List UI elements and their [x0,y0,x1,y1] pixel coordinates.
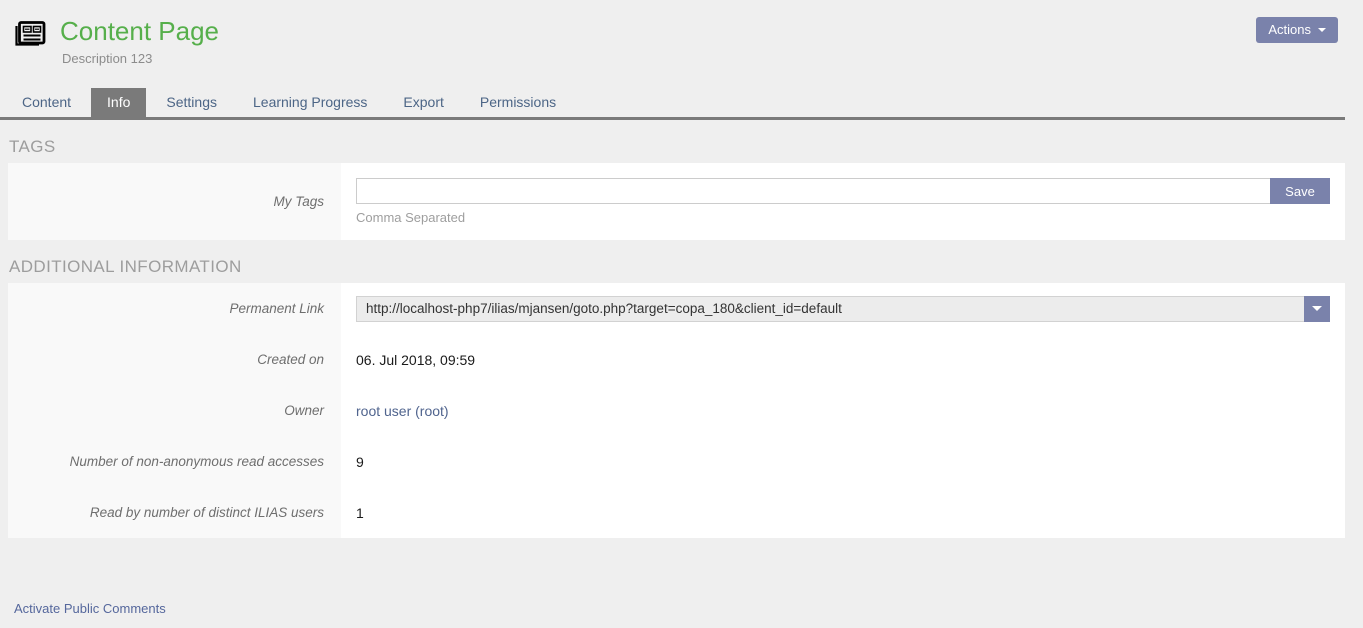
caret-down-icon [1312,306,1322,311]
distinct-users-value: 1 [356,505,364,521]
page-title: Content Page [60,16,1363,46]
my-tags-row: My Tags Save Comma Separated [8,163,1345,240]
my-tags-hint: Comma Separated [356,210,1330,225]
read-accesses-label: Number of non-anonymous read accesses [8,436,341,487]
permalink-row: Permanent Link [8,283,1345,334]
save-button[interactable]: Save [1270,178,1330,204]
my-tags-label: My Tags [8,163,341,240]
page-description: Description 123 [60,51,1363,66]
tags-form: My Tags Save Comma Separated [8,163,1345,240]
newspaper-icon [12,19,46,52]
additional-info-section-heading: ADDITIONAL INFORMATION [8,240,1345,283]
distinct-users-label: Read by number of distinct ILIAS users [8,487,341,538]
owner-link[interactable]: root user (root) [356,403,449,419]
page-header: Content Page Description 123 Actions [0,0,1363,88]
created-on-label: Created on [8,334,341,385]
tags-section-heading: TAGS [8,120,1345,163]
owner-label: Owner [8,385,341,436]
tab-content[interactable]: Content [6,88,87,117]
tab-info[interactable]: Info [91,88,146,117]
read-accesses-row: Number of non-anonymous read accesses 9 [8,436,1345,487]
owner-row: Owner root user (root) [8,385,1345,436]
tab-permissions[interactable]: Permissions [464,88,572,117]
tab-export[interactable]: Export [387,88,459,117]
tab-settings[interactable]: Settings [150,88,233,117]
tab-learning-progress[interactable]: Learning Progress [237,88,383,117]
permalink-label: Permanent Link [8,283,341,334]
created-on-row: Created on 06. Jul 2018, 09:59 [8,334,1345,385]
my-tags-input[interactable] [356,178,1270,204]
permalink-dropdown-button[interactable] [1304,296,1330,322]
tab-bar: Content Info Settings Learning Progress … [0,88,1345,120]
permalink-input[interactable] [356,296,1304,322]
activate-public-comments-link[interactable]: Activate Public Comments [14,601,166,616]
created-on-value: 06. Jul 2018, 09:59 [356,352,475,368]
read-accesses-value: 9 [356,454,364,470]
actions-button-label: Actions [1268,22,1311,37]
caret-down-icon [1318,28,1326,32]
actions-button[interactable]: Actions [1256,17,1338,43]
distinct-users-row: Read by number of distinct ILIAS users 1 [8,487,1345,538]
additional-info-form: Permanent Link Created on 06. Jul 2018, … [8,283,1345,538]
